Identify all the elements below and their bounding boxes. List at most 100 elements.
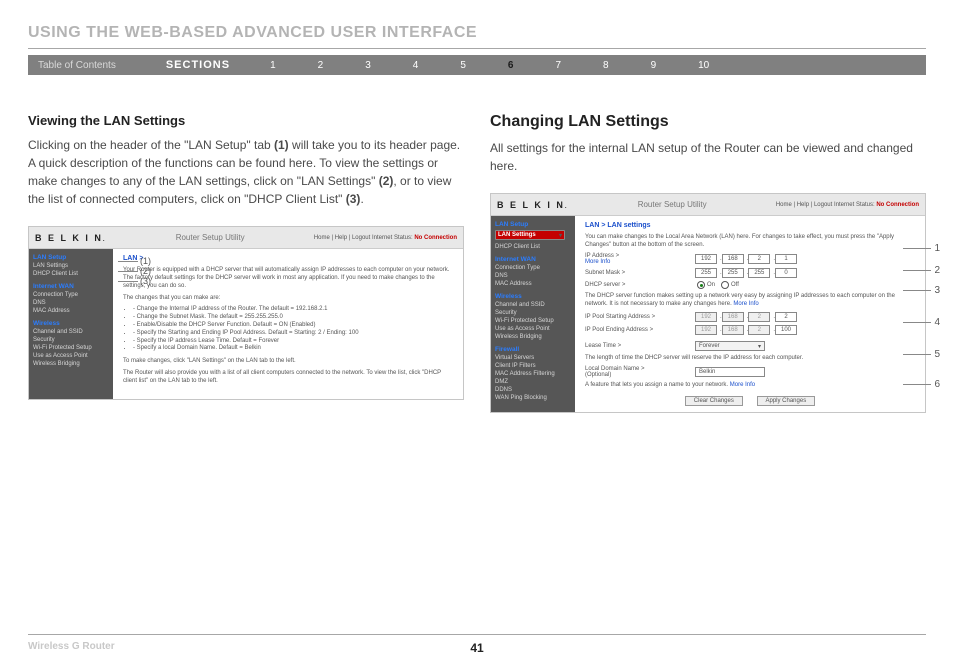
sidenav-client-ip-filters[interactable]: Client IP Filters [495, 363, 571, 369]
subnet-label: Subnet Mask > [585, 270, 695, 276]
section-3[interactable]: 3 [365, 60, 371, 71]
start-3: 2 [748, 312, 770, 322]
sidenav-dns[interactable]: DNS [495, 273, 571, 279]
sidenav-lan-setup[interactable]: LAN Setup [495, 221, 571, 228]
row-domain: Local Domain Name >(Optional) Belkin [585, 366, 915, 378]
sidenav-wireless[interactable]: Wireless [495, 293, 571, 300]
more-info-link[interactable]: More Info [585, 259, 610, 265]
subnet-4[interactable]: 0 [775, 268, 797, 278]
ip-octet-3[interactable]: 2 [748, 254, 770, 264]
end-3: 2 [748, 325, 770, 335]
sidenav-wps[interactable]: Wi-Fi Protected Setup [495, 318, 571, 324]
utility-title: Router Setup Utility [107, 233, 314, 242]
sidenav-lan-setup[interactable]: LAN Setup [33, 254, 109, 261]
utility-title: Router Setup Utility [569, 200, 776, 209]
sidenav-connection-type[interactable]: Connection Type [33, 292, 109, 298]
callout-1: (1) [118, 256, 151, 266]
section-numbers: 1 2 3 4 5 6 7 8 9 10 [270, 60, 709, 71]
lease-note: The length of time the DHCP server will … [585, 354, 915, 362]
callout-r3: 3 [903, 285, 940, 296]
sidenav-virtual-servers[interactable]: Virtual Servers [495, 355, 571, 361]
sidenav-mac-filtering[interactable]: MAC Address Filtering [495, 371, 571, 377]
sidenav-dhcp-client-list[interactable]: DHCP Client List [33, 271, 109, 277]
panel1-p3: To make changes, click "LAN Settings" on… [123, 357, 453, 365]
ip-octet-1[interactable]: 192 [695, 254, 717, 264]
sidenav-lan-settings[interactable]: LAN Settings [33, 263, 109, 269]
subnet-1[interactable]: 255 [695, 268, 717, 278]
sidenav-connection-type[interactable]: Connection Type [495, 265, 571, 271]
utility-links[interactable]: Home | Help | Logout Internet Status: No… [314, 235, 457, 241]
sidenav-security[interactable]: Security [33, 337, 109, 343]
panel1-p4: The Router will also provide you with a … [123, 369, 453, 385]
utility-links[interactable]: Home | Help | Logout Internet Status: No… [776, 202, 919, 208]
section-2[interactable]: 2 [318, 60, 324, 71]
sidenav-use-ap[interactable]: Use as Access Point [495, 326, 571, 332]
dhcp-off-label: Off [731, 282, 739, 288]
section-1[interactable]: 1 [270, 60, 276, 71]
callout-2: (2) [118, 266, 151, 276]
router-main-form: LAN > LAN settings You can make changes … [575, 216, 925, 412]
section-10[interactable]: 10 [698, 60, 709, 71]
sidenav-channel-ssid[interactable]: Channel and SSID [495, 302, 571, 308]
start-4[interactable]: 2 [775, 312, 797, 322]
sidenav-dhcp-client-list[interactable]: DHCP Client List [495, 244, 571, 250]
sidenav-internet-wan[interactable]: Internet WAN [33, 283, 109, 290]
pool-end-label: IP Pool Ending Address > [585, 327, 695, 333]
subnet-3[interactable]: 255 [748, 268, 770, 278]
router-main: LAN > Your Router is equipped with a DHC… [113, 249, 463, 399]
callout-3: (3) [118, 276, 151, 286]
sidenav-use-ap[interactable]: Use as Access Point [33, 353, 109, 359]
router-sidenav: LAN Setup LAN Settings DHCP Client List … [491, 216, 575, 412]
ip-octet-2[interactable]: 168 [722, 254, 744, 264]
sidenav-wbridging[interactable]: Wireless Bridging [495, 334, 571, 340]
sidenav-security[interactable]: Security [495, 310, 571, 316]
sidenav-internet-wan[interactable]: Internet WAN [495, 256, 571, 263]
row-dhcp: DHCP server > On Off [585, 281, 915, 289]
dhcp-off-radio[interactable] [721, 281, 729, 289]
left-body: Clicking on the header of the "LAN Setup… [28, 136, 464, 208]
sidenav-wireless[interactable]: Wireless [33, 320, 109, 327]
sidenav-lan-settings-selected[interactable]: LAN Settings [495, 230, 565, 240]
sidenav-mac[interactable]: MAC Address [33, 308, 109, 314]
brand-logo: B E L K I N. [497, 200, 569, 210]
sidenav-firewall[interactable]: Firewall [495, 346, 571, 353]
section-4[interactable]: 4 [413, 60, 419, 71]
sidenav-wps[interactable]: Wi-Fi Protected Setup [33, 345, 109, 351]
section-6-current[interactable]: 6 [508, 60, 514, 71]
brand-logo: B E L K I N. [35, 233, 107, 243]
toc-link[interactable]: Table of Contents [38, 60, 116, 71]
panel1-bullets: - Change the Internal IP address of the … [133, 306, 453, 353]
sidenav-dmz[interactable]: DMZ [495, 379, 571, 385]
start-1: 192 [695, 312, 717, 322]
callout-r5: 5 [903, 349, 940, 360]
ip-octet-4[interactable]: 1 [775, 254, 797, 264]
section-9[interactable]: 9 [651, 60, 657, 71]
callout-r4: 4 [903, 317, 940, 328]
domain-input[interactable]: Belkin [695, 367, 765, 377]
router-sidenav: LAN Setup LAN Settings DHCP Client List … [29, 249, 113, 399]
section-7[interactable]: 7 [555, 60, 561, 71]
sidenav-dns[interactable]: DNS [33, 300, 109, 306]
breadcrumb: LAN > LAN settings [585, 222, 915, 229]
breadcrumb: LAN > [123, 255, 453, 262]
lease-select[interactable]: Forever [695, 341, 765, 351]
callout-r1: 1 [903, 243, 940, 254]
apply-changes-button[interactable]: Apply Changes [757, 396, 816, 406]
right-heading: Changing LAN Settings [490, 113, 926, 131]
subnet-2[interactable]: 255 [722, 268, 744, 278]
sidenav-wbridging[interactable]: Wireless Bridging [33, 361, 109, 367]
row-pool-start: IP Pool Starting Address > 192. 168. 2. … [585, 312, 915, 322]
section-5[interactable]: 5 [460, 60, 466, 71]
clear-changes-button[interactable]: Clear Changes [685, 396, 743, 406]
sidenav-ddns[interactable]: DDNS [495, 387, 571, 393]
sidenav-wan-ping[interactable]: WAN Ping Blocking [495, 395, 571, 401]
dhcp-on-radio[interactable] [697, 281, 705, 289]
end-4[interactable]: 100 [775, 325, 797, 335]
more-info-link[interactable]: More Info [733, 301, 758, 307]
sidenav-channel-ssid[interactable]: Channel and SSID [33, 329, 109, 335]
row-subnet: Subnet Mask > 255. 255. 255. 0 [585, 268, 915, 278]
end-2: 168 [722, 325, 744, 335]
more-info-link[interactable]: More Info [730, 382, 755, 388]
section-8[interactable]: 8 [603, 60, 609, 71]
sidenav-mac[interactable]: MAC Address [495, 281, 571, 287]
